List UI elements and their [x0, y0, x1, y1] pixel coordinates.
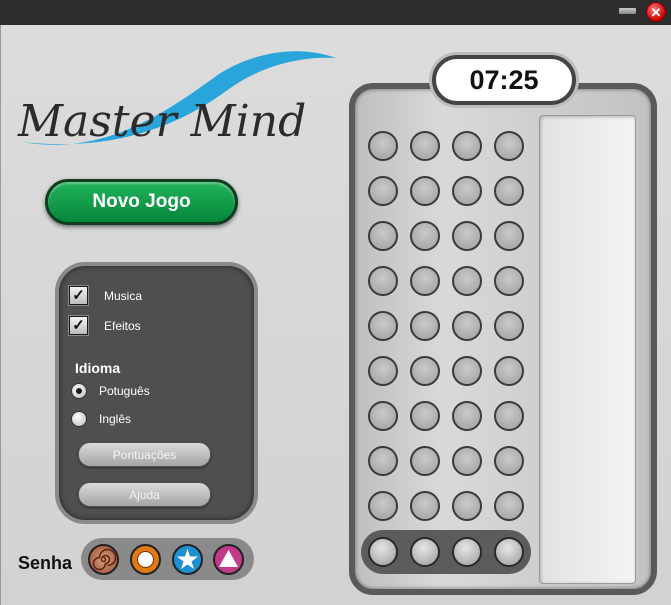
star-peg-icon [172, 544, 203, 575]
effects-checkbox[interactable]: ✓ [69, 316, 88, 335]
guess-hole[interactable] [494, 131, 524, 161]
language-portuguese-radio[interactable] [71, 383, 87, 399]
mastermind-logo: Master Mind [17, 51, 336, 147]
guess-hole[interactable] [368, 356, 398, 386]
guess-hole[interactable] [494, 446, 524, 476]
guess-hole[interactable] [494, 356, 524, 386]
guess-hole[interactable] [368, 491, 398, 521]
language-heading: Idioma [75, 360, 121, 376]
guess-hole[interactable] [410, 446, 440, 476]
current-guess-slot[interactable] [368, 537, 398, 567]
guess-hole[interactable] [368, 311, 398, 341]
language-english-radio[interactable] [71, 411, 87, 427]
guess-hole[interactable] [368, 221, 398, 251]
guess-hole[interactable] [452, 131, 482, 161]
spiral-peg-icon [88, 544, 119, 575]
guess-hole[interactable] [452, 446, 482, 476]
minimize-button[interactable] [619, 8, 636, 14]
guess-hole[interactable] [410, 311, 440, 341]
guess-hole[interactable] [452, 491, 482, 521]
guess-hole[interactable] [494, 401, 524, 431]
guess-hole[interactable] [410, 221, 440, 251]
guess-hole[interactable] [452, 221, 482, 251]
guess-hole[interactable] [410, 491, 440, 521]
guess-hole[interactable] [368, 266, 398, 296]
guess-hole[interactable] [410, 266, 440, 296]
music-label: Musica [104, 289, 143, 303]
current-guess-slot[interactable] [410, 537, 440, 567]
logo-text: Master Mind [17, 96, 306, 147]
current-guess-slot[interactable] [452, 537, 482, 567]
guess-hole[interactable] [452, 176, 482, 206]
triangle-peg-icon [213, 544, 244, 575]
language-portuguese-label: Potuguês [99, 384, 150, 398]
guess-hole[interactable] [368, 401, 398, 431]
title-bar: ✕ [0, 0, 671, 25]
guess-hole[interactable] [368, 176, 398, 206]
scores-button[interactable]: Pontuações [78, 442, 211, 467]
feedback-panel [539, 115, 636, 584]
guess-hole[interactable] [410, 131, 440, 161]
guess-hole[interactable] [368, 131, 398, 161]
guess-hole[interactable] [494, 266, 524, 296]
guess-hole[interactable] [410, 176, 440, 206]
guess-hole[interactable] [452, 266, 482, 296]
guess-hole[interactable] [452, 311, 482, 341]
guess-hole[interactable] [494, 311, 524, 341]
guess-hole[interactable] [410, 401, 440, 431]
guess-hole[interactable] [494, 221, 524, 251]
close-button[interactable]: ✕ [646, 2, 666, 22]
new-game-button[interactable]: Novo Jogo [45, 179, 238, 225]
code-label: Senha [18, 553, 73, 573]
effects-label: Efeitos [104, 319, 141, 333]
timer-display: 07:25 [432, 55, 576, 105]
ring-peg-icon [130, 544, 161, 575]
guess-hole[interactable] [410, 356, 440, 386]
help-button[interactable]: Ajuda [78, 482, 211, 507]
guess-hole[interactable] [452, 401, 482, 431]
guess-hole[interactable] [452, 356, 482, 386]
music-checkbox[interactable]: ✓ [69, 286, 88, 305]
guess-hole[interactable] [494, 491, 524, 521]
current-guess-slot[interactable] [494, 537, 524, 567]
guess-hole[interactable] [494, 176, 524, 206]
language-english-label: Inglês [99, 412, 132, 426]
guess-hole[interactable] [368, 446, 398, 476]
